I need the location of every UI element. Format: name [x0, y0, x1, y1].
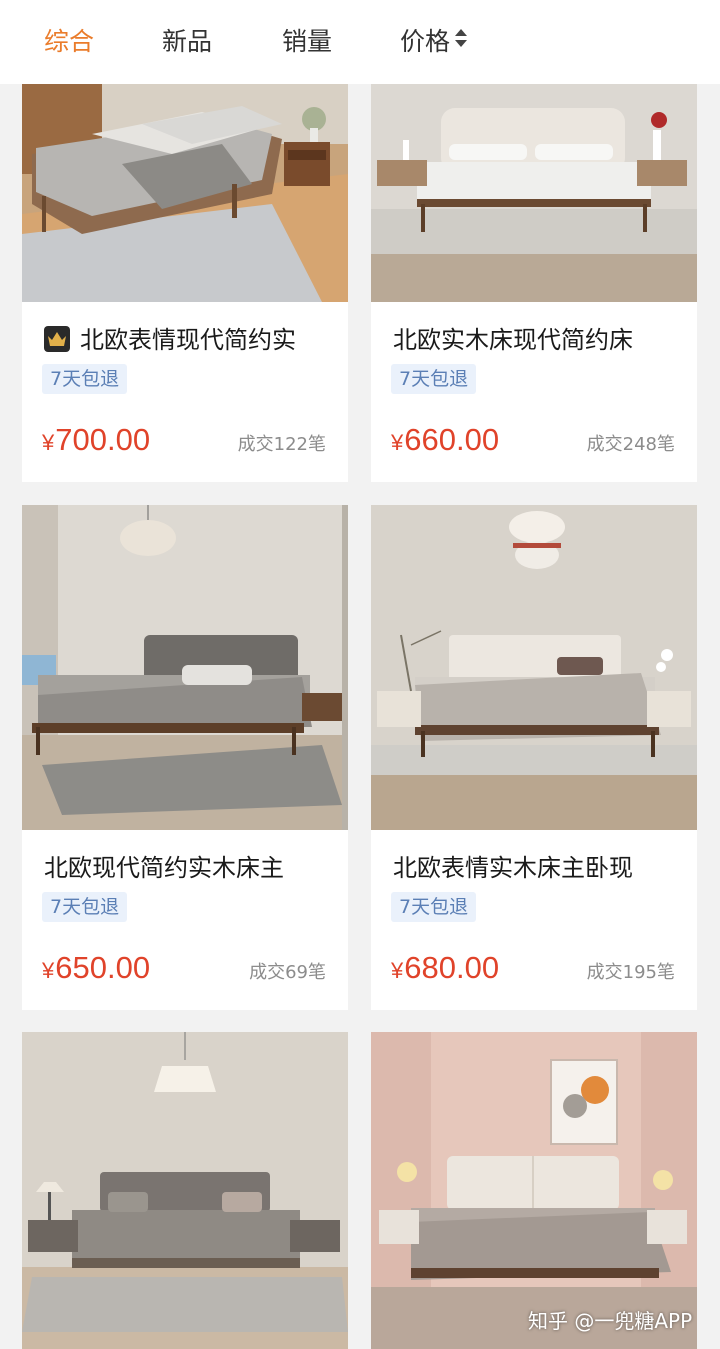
product-price: ¥700.00	[42, 422, 150, 458]
product-title[interactable]: 北欧现代简约实木床主	[44, 848, 338, 883]
product-price: ¥650.00	[42, 950, 150, 986]
sold-count: 成交195笔	[586, 962, 675, 983]
product-title[interactable]: 北欧表情实木床主卧现	[393, 848, 687, 883]
price-value: 660.00	[404, 422, 500, 457]
product-card[interactable]: 北欧表情实木床主卧现 7天包退 ¥680.00 成交195笔	[371, 505, 697, 1010]
return-badge: 7天包退	[391, 364, 477, 394]
product-title[interactable]: 北欧实木床现代简约床	[393, 320, 687, 355]
tab-price[interactable]: 价格	[400, 0, 468, 84]
return-badge: 7天包退	[42, 892, 128, 922]
watermark: 知乎 @一兜糖APP	[528, 1309, 693, 1333]
tab-new[interactable]: 新品	[162, 0, 212, 84]
sort-updown-icon	[454, 0, 468, 82]
product-image[interactable]	[371, 505, 697, 830]
tab-price-label: 价格	[400, 27, 451, 56]
product-card[interactable]: 北欧表情现代简约实 7天包退 ¥700.00 成交122笔	[22, 84, 348, 482]
crown-icon	[44, 326, 70, 352]
product-card[interactable]: 北欧实木床现代简约床 7天包退 ¥660.00 成交248笔	[371, 84, 697, 482]
product-title: 北欧表情现代简约实	[80, 326, 296, 354]
sold-count: 成交69笔	[249, 962, 326, 983]
sold-count: 成交122笔	[237, 434, 326, 455]
product-image[interactable]	[22, 84, 348, 302]
currency-symbol: ¥	[391, 958, 404, 983]
currency-symbol: ¥	[391, 430, 404, 455]
tab-comprehensive[interactable]: 综合	[44, 0, 94, 84]
price-value: 650.00	[55, 950, 151, 985]
product-price: ¥680.00	[391, 950, 499, 986]
product-card[interactable]	[22, 1032, 348, 1349]
product-image[interactable]	[371, 1032, 697, 1349]
price-value: 680.00	[404, 950, 500, 985]
product-image[interactable]	[371, 84, 697, 302]
tab-sales[interactable]: 销量	[282, 0, 332, 84]
product-card[interactable]: 北欧现代简约实木床主 7天包退 ¥650.00 成交69笔	[22, 505, 348, 1010]
sort-bar: 综合 新品 销量 价格	[0, 0, 720, 84]
currency-symbol: ¥	[42, 958, 55, 983]
price-value: 700.00	[55, 422, 151, 457]
product-title-row[interactable]: 北欧表情现代简约实	[44, 320, 338, 355]
currency-symbol: ¥	[42, 430, 55, 455]
product-price: ¥660.00	[391, 422, 499, 458]
return-badge: 7天包退	[42, 364, 128, 394]
product-image[interactable]	[22, 505, 348, 830]
return-badge: 7天包退	[391, 892, 477, 922]
product-card[interactable]	[371, 1032, 697, 1349]
product-image[interactable]	[22, 1032, 348, 1349]
sold-count: 成交248笔	[586, 434, 675, 455]
